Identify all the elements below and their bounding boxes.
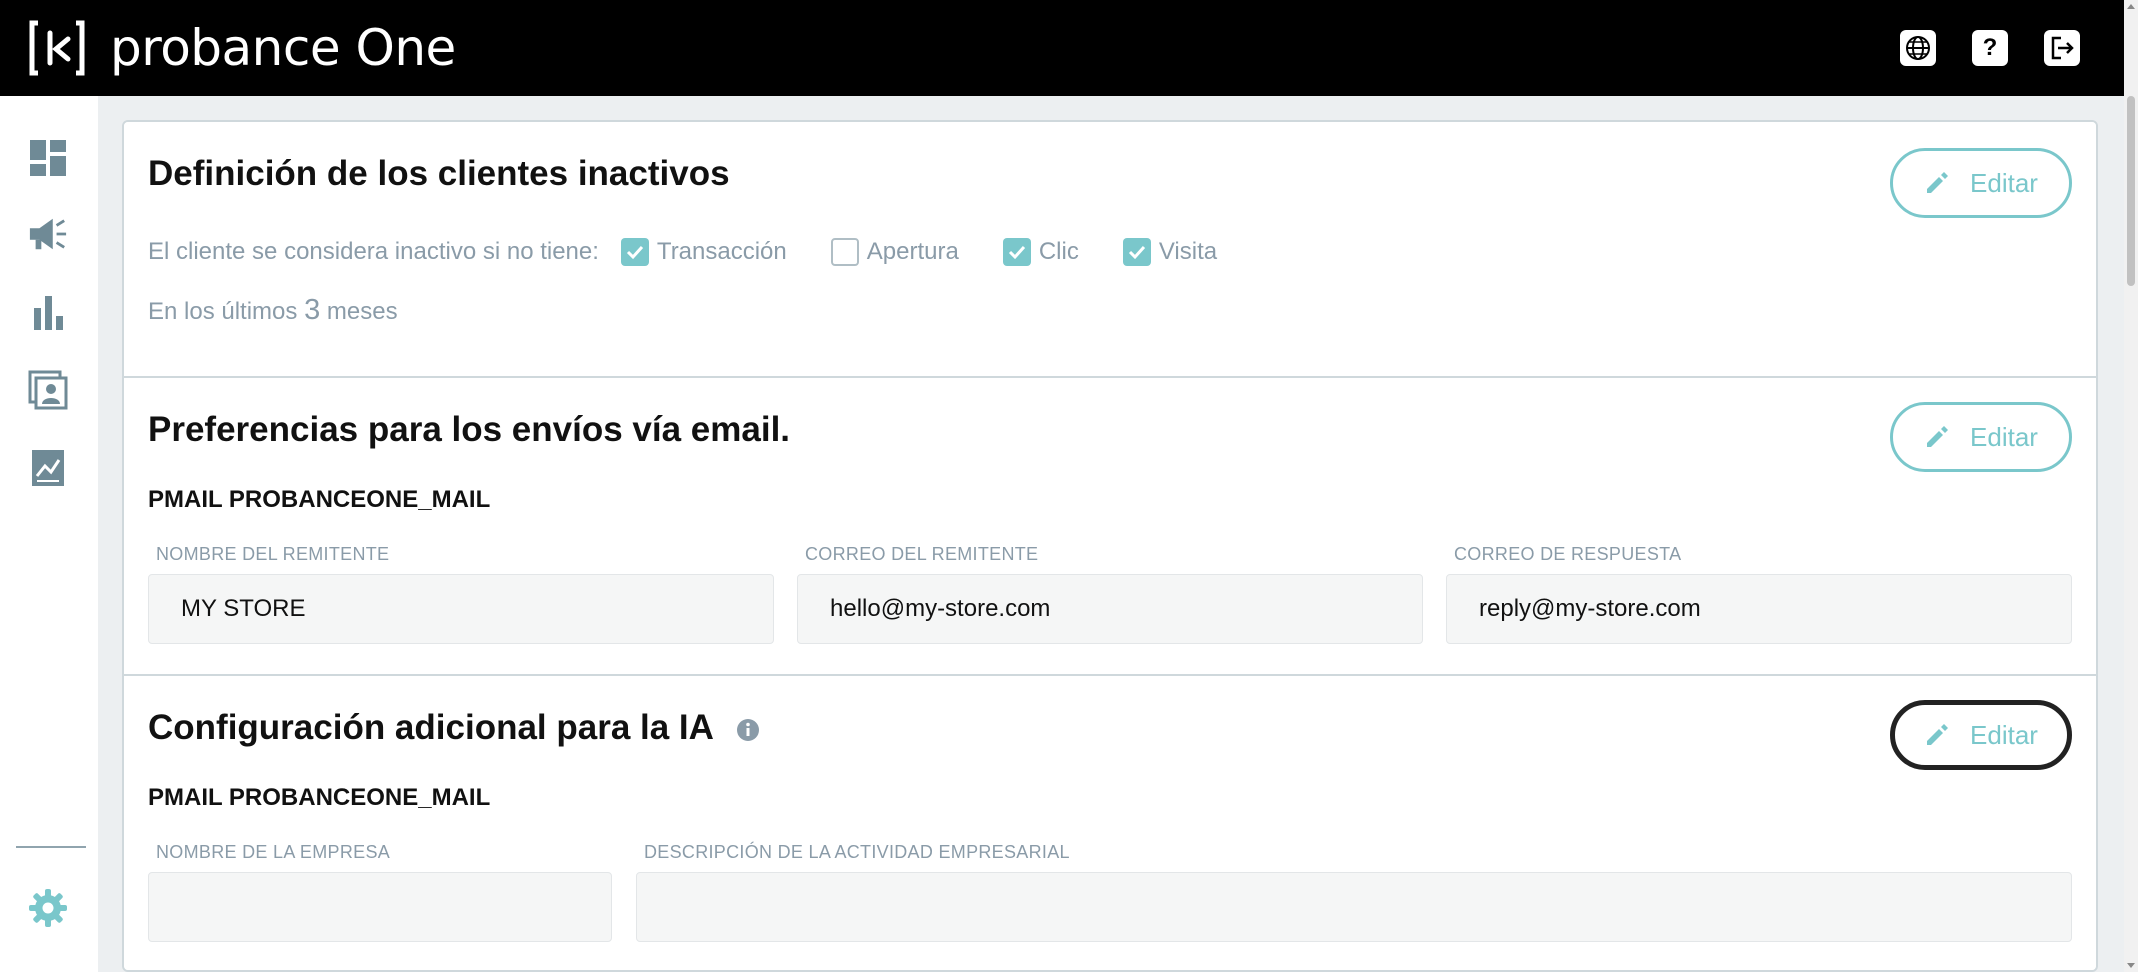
criteria-visita[interactable]: Visita <box>1122 238 1218 266</box>
inactivity-period: En los últimos 3 meses <box>148 294 398 327</box>
sender-email-label: CORREO DEL REMITENTE <box>805 544 1039 564</box>
inactive-section-title: Definición de los clientes inactivos <box>148 154 730 193</box>
company-name-label: NOMBRE DE LA EMPRESA <box>156 842 391 862</box>
email-section-title: Preferencias para los envíos vía email. <box>148 410 791 449</box>
period-value: 3 <box>304 294 321 326</box>
help-icon: ? <box>1982 34 1998 61</box>
period-suffix: meses <box>326 298 398 325</box>
email-account-name: PMAIL PROBANCEONE_MAIL <box>148 486 491 513</box>
scroll-thumb[interactable] <box>2127 96 2135 286</box>
dashboard-icon <box>30 140 66 176</box>
page-scrollbar[interactable] <box>2124 0 2138 972</box>
inactive-clients-section: Definición de los clientes inactivos Edi… <box>124 122 2096 378</box>
sidebar-divider <box>16 846 86 848</box>
reply-email-label: CORREO DE RESPUESTA <box>1454 544 1682 564</box>
company-name-field[interactable] <box>148 872 612 942</box>
edit-ai-button[interactable]: Editar <box>1890 700 2072 770</box>
ai-account-name: PMAIL PROBANCEONE_MAIL <box>148 784 491 811</box>
business-description-label: DESCRIPCIÓN DE LA ACTIVIDAD EMPRESARIAL <box>644 842 1070 862</box>
help-button[interactable]: ? <box>1972 30 2008 66</box>
sender-name-field[interactable]: MY STORE <box>148 574 774 644</box>
pencil-icon <box>1927 172 1949 193</box>
contacts-icon <box>28 370 68 410</box>
criteria-transaccion[interactable]: Transacción <box>620 238 787 266</box>
logout-icon <box>2051 36 2074 60</box>
settings-gear-icon <box>29 889 67 927</box>
brand-name: probance One <box>110 19 456 77</box>
brand-mark-icon <box>29 20 85 76</box>
bar-chart-icon <box>34 296 63 330</box>
criteria-label-transaccion: Transacción <box>656 238 787 265</box>
scroll-up-icon[interactable] <box>2127 4 2135 9</box>
edit-label: Editar <box>1970 167 2038 198</box>
criteria-label-apertura: Apertura <box>866 238 959 265</box>
edit-label: Editar <box>1970 421 2038 452</box>
reply-email-value: reply@my-store.com <box>1479 595 1701 622</box>
edit-email-button[interactable]: Editar <box>1890 402 2072 472</box>
ai-config-section: Configuración adicional para la IA Edita… <box>124 676 2096 970</box>
criteria-label-visita: Visita <box>1158 238 1218 265</box>
top-bar: probance One ? <box>0 0 2124 96</box>
globe-icon <box>1906 36 1930 60</box>
sidebar-item-dashboard[interactable] <box>28 138 68 178</box>
edit-inactive-button[interactable]: Editar <box>1890 148 2072 218</box>
email-preferences-section: Preferencias para los envíos vía email. … <box>124 378 2096 676</box>
business-description-field[interactable] <box>636 872 2072 942</box>
sidebar-item-statistics[interactable] <box>28 292 68 332</box>
pencil-icon <box>1927 426 1949 447</box>
checkbox-checked-icon[interactable] <box>1002 238 1031 266</box>
criteria-clic[interactable]: Clic <box>1002 238 1079 266</box>
language-button[interactable] <box>1900 30 1936 66</box>
info-icon[interactable] <box>736 718 760 742</box>
checkbox-checked-icon[interactable] <box>620 238 649 266</box>
inactivity-criteria: El cliente se considera inactivo si no t… <box>148 238 1217 266</box>
sidebar-item-settings[interactable] <box>28 888 68 928</box>
sidebar-item-reports[interactable] <box>28 448 68 488</box>
ai-section-title: Configuración adicional para la IA <box>148 708 713 747</box>
scroll-down-icon[interactable] <box>2127 963 2135 968</box>
settings-panel: Definición de los clientes inactivos Edi… <box>122 120 2098 972</box>
sidebar-item-contacts[interactable] <box>28 370 68 410</box>
logout-button[interactable] <box>2044 30 2080 66</box>
sidebar-item-campaigns[interactable] <box>28 214 68 254</box>
sender-name-label: NOMBRE DEL REMITENTE <box>156 544 390 564</box>
pencil-icon <box>1927 724 1949 745</box>
megaphone-icon <box>29 218 67 250</box>
edit-label: Editar <box>1970 719 2038 750</box>
sender-email-field[interactable]: hello@my-store.com <box>797 574 1423 644</box>
reply-email-field[interactable]: reply@my-store.com <box>1446 574 2072 644</box>
sidebar <box>0 96 98 972</box>
brand-logo[interactable]: probance One <box>28 19 456 77</box>
criteria-label: El cliente se considera inactivo si no t… <box>148 238 599 265</box>
checkbox-unchecked-icon[interactable] <box>830 238 859 266</box>
criteria-label-clic: Clic <box>1038 238 1079 265</box>
sender-name-value: MY STORE <box>181 595 306 622</box>
period-prefix: En los últimos <box>148 298 298 325</box>
criteria-apertura[interactable]: Apertura <box>830 238 959 266</box>
report-icon <box>32 450 64 486</box>
sender-email-value: hello@my-store.com <box>830 595 1051 622</box>
checkbox-checked-icon[interactable] <box>1122 238 1151 266</box>
ai-section-title-row: Configuración adicional para la IA <box>148 708 760 748</box>
